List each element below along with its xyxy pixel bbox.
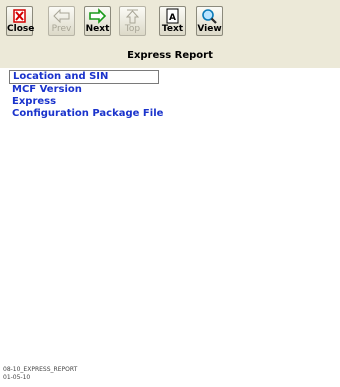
next-button[interactable]: Next xyxy=(84,6,111,36)
footer-report-id: 08-10_EXPRESS_REPORT xyxy=(3,366,78,373)
arrow-left-icon xyxy=(53,8,70,24)
text-button[interactable]: A Text xyxy=(159,6,186,36)
view-button[interactable]: View xyxy=(196,6,223,36)
close-button[interactable]: Close xyxy=(6,6,35,36)
close-label: Close xyxy=(7,24,35,34)
prev-button[interactable]: Prev xyxy=(48,6,75,36)
report-section-list: Location and SIN MCF Version Express Con… xyxy=(9,70,334,120)
list-item-express[interactable]: Express xyxy=(9,96,334,108)
toolbar: Close Prev Next Top A Text View Express xyxy=(0,0,340,68)
footer-date: 01-05-10 xyxy=(3,374,31,381)
top-label: Top xyxy=(124,24,141,34)
list-item-location-and-sin[interactable]: Location and SIN xyxy=(9,70,159,84)
view-label: View xyxy=(197,24,222,34)
list-item-mcf-version[interactable]: MCF Version xyxy=(9,84,334,96)
svg-text:A: A xyxy=(169,13,176,23)
arrow-right-icon xyxy=(89,8,107,24)
list-item-configuration-package-file[interactable]: Configuration Package File xyxy=(9,108,334,120)
top-button[interactable]: Top xyxy=(119,6,146,36)
magnifier-icon xyxy=(202,9,217,24)
footer: 08-10_EXPRESS_REPORT 01-05-10 xyxy=(3,366,77,382)
text-document-icon: A xyxy=(166,8,179,24)
text-label: Text xyxy=(161,24,184,34)
report-title: Express Report xyxy=(127,50,213,61)
next-label: Next xyxy=(85,24,110,34)
arrow-up-icon xyxy=(125,9,140,24)
prev-label: Prev xyxy=(51,24,72,34)
close-icon xyxy=(13,9,26,23)
